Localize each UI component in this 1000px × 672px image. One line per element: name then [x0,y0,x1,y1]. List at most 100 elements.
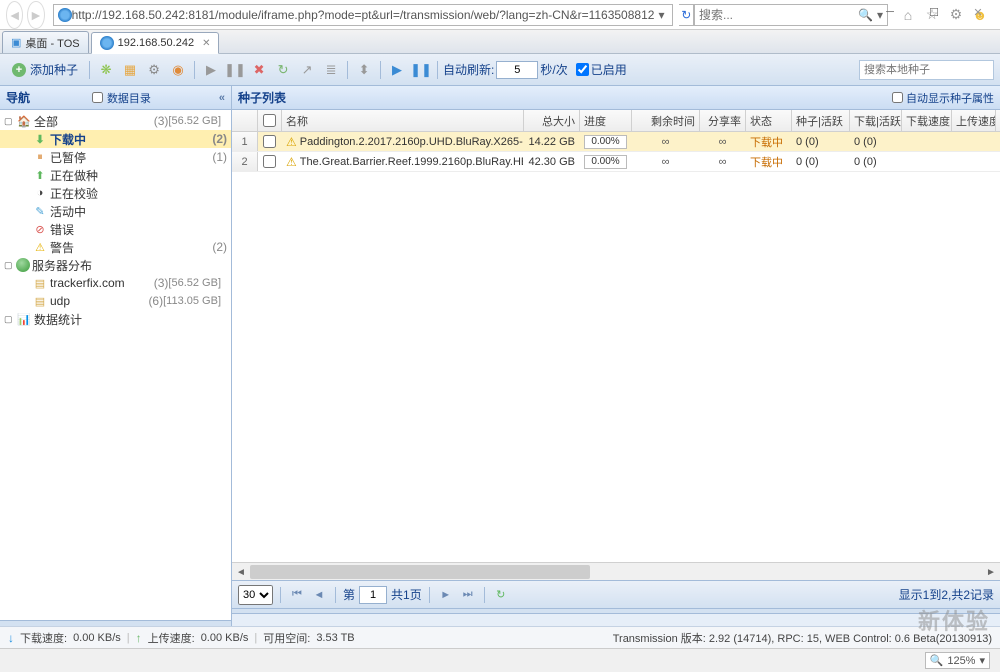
scroll-right-icon[interactable]: ► [982,563,1000,581]
auto-refresh-input[interactable] [496,61,538,79]
add-torrent-button[interactable]: + 添加种子 [6,59,84,81]
tree-node-warning[interactable]: ⚠ 警告 (2) [0,238,231,256]
move-up-icon[interactable]: ↗ [296,59,318,81]
properties-icon[interactable]: ≣ [320,59,342,81]
url-dropdown-icon[interactable]: ▾ [654,8,668,22]
tree-expand-icon[interactable]: ▢ [4,314,16,325]
page-prefix: 第 [343,586,355,603]
warning-icon: ⚠ [286,135,297,149]
page-input[interactable] [359,586,387,604]
limit-icon[interactable]: ⬍ [353,59,375,81]
window-maximize[interactable]: ☐ [912,0,956,24]
tree-node-seeding[interactable]: ⬆ 正在做种 [0,166,231,184]
nav-forward-button[interactable]: ► [27,1,44,29]
col-seeds[interactable]: 种子|活跃 [792,110,850,131]
free-space-value: 3.53 TB [316,632,354,644]
row-progress: 0.00% [580,132,632,151]
download-icon: ⬇ [32,132,48,146]
tracker-icon: ▤ [32,294,48,308]
play-all-icon[interactable]: ▶ [386,59,408,81]
tracker-icon: ▤ [32,276,48,290]
pause-icon[interactable]: ❚❚ [224,59,246,81]
col-remaining[interactable]: 剩余时间 [632,110,700,131]
col-peers[interactable]: 下载|活跃 [850,110,902,131]
tab-icon [100,36,114,50]
tree-node-stats[interactable]: ▢ 📊 数据统计 [0,310,231,328]
horizontal-scrollbar[interactable]: ◄ ► [232,562,1000,580]
enabled-checkbox[interactable] [576,63,589,76]
next-page-button[interactable]: ► [437,586,455,604]
reload-button[interactable]: ↻ [492,586,510,604]
browser-search[interactable]: 🔍 ▾ [694,4,888,26]
auto-refresh-unit: 秒/次 [540,61,567,78]
browser-tab-strip: ▣ 桌面 - TOS 192.168.50.242 ✕ [0,30,1000,54]
remove-icon[interactable]: ✖ [248,59,270,81]
collapse-sidebar-icon[interactable]: « [219,92,225,104]
browser-search-input[interactable] [699,8,854,22]
nav-back-button[interactable]: ◄ [6,1,23,29]
zoom-dropdown-icon[interactable]: ▾ [979,654,985,667]
browser-tab-tos[interactable]: ▣ 桌面 - TOS [2,31,89,53]
tree-node-tracker[interactable]: ▤ trackerfix.com (3) [56.52 GB] [0,274,231,292]
open-folder-icon[interactable]: ▦ [119,59,141,81]
page-size-select[interactable]: 30 [238,585,273,605]
tree-node-error[interactable]: ⊘ 错误 [0,220,231,238]
data-dir-checkbox[interactable] [92,92,103,103]
row-size: 14.22 GB [524,132,580,151]
table-row[interactable]: 1⚠Paddington.2.2017.2160p.UHD.BluRay.X26… [232,132,1000,152]
info-icon[interactable]: ◉ [167,59,189,81]
col-status[interactable]: 状态 [746,110,792,131]
start-icon[interactable]: ❋ [95,59,117,81]
tool-icon[interactable]: ⚙ [143,59,165,81]
col-ul-speed[interactable]: 上传速度 [952,110,996,131]
content-panel: 种子列表 自动显示种子属性 名称 总大小 进度 剩余时间 分享率 状态 种子|活… [232,86,1000,626]
select-all-checkbox[interactable] [263,114,276,127]
tree-node-servers[interactable]: ▢ 服务器分布 [0,256,231,274]
scroll-left-icon[interactable]: ◄ [232,563,250,581]
row-number: 2 [232,152,258,171]
tree-collapse-icon[interactable]: ▢ [4,116,16,127]
auto-show-checkbox[interactable] [892,92,903,103]
tree-node-paused[interactable]: ⏸ 已暂停 (1) [0,148,231,166]
play-icon[interactable]: ▶ [200,59,222,81]
tree-node-all[interactable]: ▢ 🏠 全部 (3) [56.52 GB] [0,112,231,130]
refresh-button[interactable]: ↻ [679,4,694,26]
page-total: 共1页 [391,586,422,603]
window-close[interactable]: ✕ [956,0,1000,24]
recheck-icon[interactable]: ↻ [272,59,294,81]
first-page-button[interactable]: ⏮ [288,586,306,604]
col-dl-speed[interactable]: 下载速度 [902,110,952,131]
local-search-input[interactable] [859,60,994,80]
tree-node-downloading[interactable]: ⬇ 下载中 (2) [0,130,231,148]
window-minimize[interactable]: ─ [868,0,912,24]
col-rownum[interactable] [232,110,258,131]
data-dir-label: 数据目录 [107,90,151,106]
col-checkbox[interactable] [258,110,282,131]
row-remaining: ∞ [632,132,700,151]
sidebar-splitter[interactable] [0,620,231,626]
prev-page-button[interactable]: ◄ [310,586,328,604]
tree-node-active[interactable]: ✎ 活动中 [0,202,231,220]
scroll-thumb[interactable] [250,565,590,579]
row-checkbox[interactable] [263,155,276,168]
data-dir-toggle[interactable]: 数据目录 [92,90,151,106]
address-bar[interactable]: http://192.168.50.242:8181/module/iframe… [53,4,674,26]
last-page-button[interactable]: ⏭ [459,586,477,604]
zoom-selector[interactable]: 🔍 125% ▾ [925,652,990,669]
col-share[interactable]: 分享率 [700,110,746,131]
zoom-value: 125% [947,655,975,667]
row-checkbox-cell [258,152,282,171]
tab-close-icon[interactable]: ✕ [202,38,210,49]
tree-node-checking[interactable]: ◑ 正在校验 [0,184,231,202]
col-size[interactable]: 总大小 [524,110,580,131]
browser-tab-transmission[interactable]: 192.168.50.242 ✕ [91,32,220,54]
row-checkbox[interactable] [263,135,276,148]
tree-collapse-icon[interactable]: ▢ [4,260,16,271]
tree-node-udp[interactable]: ▤ udp (6) [113.05 GB] [0,292,231,310]
col-progress[interactable]: 进度 [580,110,632,131]
col-name[interactable]: 名称 [282,110,524,131]
auto-show-toggle[interactable]: 自动显示种子属性 [892,90,994,106]
error-icon: ⊘ [32,222,48,236]
pause-all-icon[interactable]: ❚❚ [410,59,432,81]
table-row[interactable]: 2⚠The.Great.Barrier.Reef.1999.2160p.BluR… [232,152,1000,172]
